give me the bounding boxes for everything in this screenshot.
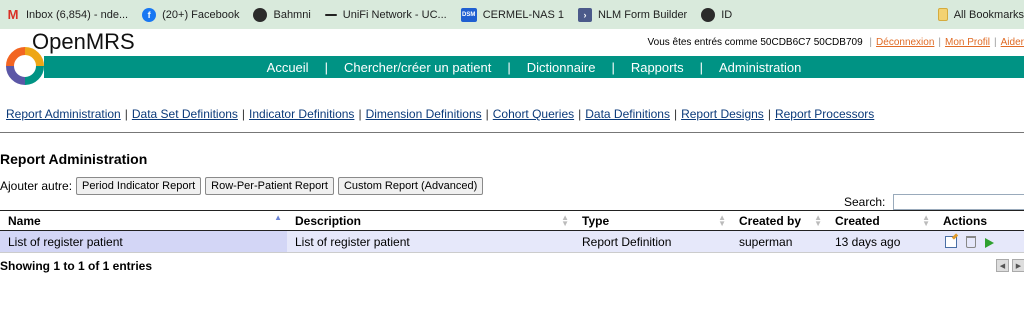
submenu-data-set-definitions[interactable]: Data Set Definitions [132,107,238,121]
submenu-data-definitions[interactable]: Data Definitions [585,107,670,121]
cell-description: List of register patient [295,234,410,249]
nlm-icon: › [577,7,592,22]
add-period-indicator-report-button[interactable]: Period Indicator Report [76,177,202,195]
column-header-description[interactable]: Description ▲ ▼ [287,211,574,230]
submenu-separator: | [673,107,678,121]
folder-icon [937,8,948,21]
cell-actions [935,231,1024,252]
submenu-separator: | [485,107,489,121]
app-header: OpenMRS Vous êtes entrés comme 50CDB6C7 … [0,29,1024,85]
globe-icon [253,7,268,22]
submenu-report-processors[interactable]: Report Processors [775,107,874,121]
logged-in-as-text: Vous êtes entrés comme 50CDB6C7 50CDB709 [647,37,863,48]
globe-icon [701,7,716,22]
logout-link[interactable]: Déconnexion [876,37,934,48]
trash-icon[interactable] [966,235,976,248]
nav-find-patient[interactable]: Chercher/créer un patient [328,60,507,75]
dash-icon [324,13,337,16]
submenu-dimension-definitions[interactable]: Dimension Definitions [366,107,482,121]
sort-both-icon: ▲ ▼ [718,213,726,228]
pagination: ◀ ▶ [996,259,1024,272]
bookmark-facebook[interactable]: f (20+) Facebook [136,0,239,29]
table-info: Showing 1 to 1 of 1 entries [0,259,153,273]
add-report-row: Ajouter autre: Period Indicator Report R… [0,177,484,195]
profile-link[interactable]: Mon Profil [945,37,990,48]
submenu-indicator-definitions[interactable]: Indicator Definitions [249,107,354,121]
table-header: Name ▲ Description ▲ ▼ Type ▲ ▼ Created by ▲ ▼ … [0,210,1024,231]
submenu-separator: | [241,107,246,121]
search-input[interactable] [893,194,1024,210]
gmail-icon: M [7,7,19,22]
run-icon[interactable] [985,237,994,248]
bookmark-gmail[interactable]: M Inbox (6,854) - nde... [0,0,129,29]
cell-created: 13 days ago [835,234,901,249]
report-submenu: Report Administration | Data Set Definiti… [6,107,874,121]
previous-page-icon[interactable]: ◀ [996,259,1009,272]
page-title: Report Administration [0,151,148,167]
bookmark-bahmni[interactable]: Bahmni [247,0,311,29]
reports-table: Name ▲ Description ▲ ▼ Type ▲ ▼ Created by ▲ ▼ … [0,210,1024,253]
separator: | [994,37,997,48]
next-page-icon[interactable]: ▶ [1012,259,1024,272]
column-header-actions: Actions [943,213,988,228]
dsm-icon: DSM [460,7,477,22]
submenu-separator: | [124,107,128,121]
column-header-name[interactable]: Name ▲ [0,211,287,230]
sort-both-icon: ▲ ▼ [814,213,822,228]
bookmark-unifi[interactable]: UniFi Network - UC... [319,0,447,29]
sort-both-icon: ▲ ▼ [922,213,930,228]
submenu-report-administration[interactable]: Report Administration [6,107,121,121]
nav-dictionary[interactable]: Dictionnaire [511,60,612,75]
user-status-line: Vous êtes entrés comme 50CDB6C7 50CDB709… [648,37,1024,48]
bookmark-nlm-form-builder[interactable]: › NLM Form Builder [572,0,687,29]
separator: | [869,37,873,48]
sort-asc-icon: ▲ [274,213,282,222]
bookmark-cermel-nas[interactable]: DSM CERMEL-NAS 1 [455,0,564,29]
add-label: Ajouter autre: [0,179,73,193]
cell-type: Report Definition [582,234,672,249]
nav-administration[interactable]: Administration [703,60,817,75]
cell-created-by: superman [739,234,793,249]
divider [0,132,1024,133]
table-row: List of register patient List of registe… [0,231,1024,253]
submenu-cohort-queries[interactable]: Cohort Queries [493,107,574,121]
submenu-separator: | [578,107,582,121]
separator: | [938,37,942,48]
submenu-separator: | [358,107,362,121]
nav-home[interactable]: Accueil [251,60,325,75]
help-link[interactable]: Aider [1001,37,1024,48]
submenu-separator: | [767,107,771,121]
add-custom-report-button[interactable]: Custom Report (Advanced) [337,177,484,195]
bookmark-all-bookmarks[interactable]: All Bookmarks [932,0,1024,29]
add-row-per-patient-report-button[interactable]: Row-Per-Patient Report [205,177,334,195]
logo-text: OpenMRS [32,29,135,54]
nav-reports[interactable]: Rapports [615,60,700,75]
edit-icon[interactable] [945,235,957,248]
column-header-created-by[interactable]: Created by ▲ ▼ [731,211,827,230]
submenu-report-designs[interactable]: Report Designs [681,107,764,121]
column-header-created[interactable]: Created ▲ ▼ [827,211,935,230]
search-label: Search: [844,195,886,209]
bookmarks-bar: M Inbox (6,854) - nde... f (20+) Facebook … [0,0,1024,29]
bookmark-id[interactable]: ID [695,0,732,29]
facebook-icon: f [142,7,157,22]
main-nav: Accueil | Chercher/créer un patient | Di… [44,56,1024,78]
sort-both-icon: ▲ ▼ [561,213,569,228]
cell-name: List of register patient [0,231,287,252]
column-header-type[interactable]: Type ▲ ▼ [574,211,731,230]
